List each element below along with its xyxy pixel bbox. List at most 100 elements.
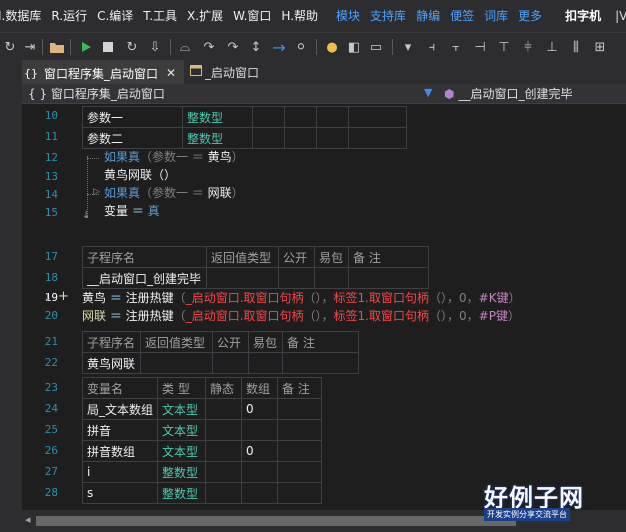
subroutine-cell[interactable] bbox=[282, 352, 359, 374]
variable-type[interactable]: 整数型 bbox=[157, 461, 207, 483]
param-cell[interactable] bbox=[316, 127, 349, 149]
lightbulb-icon[interactable]: ● bbox=[324, 37, 340, 57]
stop-icon[interactable] bbox=[100, 37, 116, 57]
open-folder-icon[interactable] bbox=[48, 37, 66, 57]
align-middle-icon[interactable]: ⫩ bbox=[520, 37, 536, 57]
param-cell[interactable] bbox=[348, 106, 407, 128]
compile-icon[interactable]: ⇩ bbox=[146, 37, 164, 57]
expand-plus-icon[interactable]: + bbox=[58, 289, 69, 304]
param-cell[interactable] bbox=[348, 127, 407, 149]
variable-static[interactable] bbox=[205, 461, 243, 483]
subroutine-cell[interactable] bbox=[140, 352, 213, 374]
variable-note[interactable] bbox=[277, 398, 323, 420]
variable-type[interactable]: 文本型 bbox=[157, 398, 207, 420]
variable-name[interactable]: 拼音 bbox=[81, 419, 159, 441]
variable-name[interactable]: i bbox=[81, 461, 159, 483]
subroutine-cell[interactable] bbox=[278, 267, 315, 289]
dropdown-arrow-icon[interactable]: ▼ bbox=[424, 86, 432, 99]
tab-window-assembly[interactable]: {} 窗口程序集_启动窗口 ✕ bbox=[22, 60, 184, 84]
variable-name[interactable]: 拼音数组 bbox=[81, 440, 159, 462]
scrollbar-thumb[interactable] bbox=[36, 516, 516, 526]
align-right-icon[interactable]: ⊣ bbox=[472, 37, 488, 57]
variable-static[interactable] bbox=[205, 482, 243, 504]
variable-type[interactable]: 整数型 bbox=[157, 482, 207, 504]
run-icon[interactable] bbox=[78, 37, 94, 57]
code-editor[interactable]: 10 11 12 13 14 15 17 18 19 20 21 22 23 2… bbox=[22, 104, 626, 510]
param-name[interactable]: 参数二 bbox=[82, 127, 183, 149]
menu-link-lexicon[interactable]: 词库 bbox=[479, 0, 513, 32]
distribute-icon[interactable]: ⫼ bbox=[568, 37, 584, 57]
size-icon[interactable]: ⊞ bbox=[592, 37, 608, 57]
step-into-icon[interactable]: ↷ bbox=[200, 37, 218, 57]
subroutine-cell[interactable] bbox=[206, 267, 279, 289]
variable-array[interactable] bbox=[241, 461, 279, 483]
subroutine-cell[interactable] bbox=[212, 352, 249, 374]
code-line-19[interactable]: 黄鸟 ＝ 注册热键（_启动窗口.取窗口句柄（），标签1.取窗口句柄（），0，#K… bbox=[82, 289, 521, 307]
move-icon[interactable]: ↕ bbox=[248, 37, 264, 57]
bookmark-icon[interactable]: ◧ bbox=[346, 37, 362, 57]
param-cell[interactable] bbox=[284, 106, 317, 128]
code-line-15[interactable]: 变量 ＝ 真 bbox=[104, 202, 160, 220]
menu-database[interactable]: Ⅰ.数据库 bbox=[0, 0, 46, 32]
align-bottom-icon[interactable]: ⊥ bbox=[544, 37, 560, 57]
menu-tools[interactable]: T.工具 bbox=[138, 0, 182, 32]
menu-link-module[interactable]: 模块 bbox=[331, 0, 365, 32]
align-left-icon[interactable]: ⫞ bbox=[424, 37, 440, 57]
menu-compile[interactable]: C.编译 bbox=[92, 0, 138, 32]
subroutine-name[interactable]: 黄鸟网联 bbox=[82, 352, 141, 374]
code-line-20[interactable]: 网联 ＝ 注册热键（_启动窗口.取窗口句柄（），标签1.取窗口句柄（），0，#P… bbox=[82, 307, 520, 325]
param-type[interactable]: 整数型 bbox=[182, 127, 253, 149]
variable-static[interactable] bbox=[205, 398, 243, 420]
variable-array[interactable]: 0 bbox=[241, 440, 279, 462]
variable-name[interactable]: s bbox=[81, 482, 159, 504]
variable-static[interactable] bbox=[205, 419, 243, 441]
undo-icon[interactable]: ⇥ bbox=[22, 37, 38, 57]
param-cell[interactable] bbox=[316, 106, 349, 128]
param-cell[interactable] bbox=[284, 127, 317, 149]
menu-link-support-lib[interactable]: 支持库 bbox=[365, 0, 411, 32]
variable-array[interactable] bbox=[241, 482, 279, 504]
menu-run[interactable]: R.运行 bbox=[46, 0, 92, 32]
variable-type[interactable]: 文本型 bbox=[157, 419, 207, 441]
variable-note[interactable] bbox=[277, 482, 323, 504]
subroutine-cell[interactable] bbox=[248, 352, 283, 374]
dropdown-icon[interactable]: ▾ bbox=[400, 37, 416, 57]
code-line-14[interactable]: 如果真（参数一 ＝ 网联） bbox=[104, 184, 244, 202]
redo-icon[interactable]: ↻ bbox=[2, 37, 18, 57]
nav-class-selector[interactable]: { } 窗口程序集_启动窗口 bbox=[28, 84, 165, 104]
align-icon[interactable]: ▭ bbox=[368, 37, 384, 57]
param-name[interactable]: 参数一 bbox=[82, 106, 183, 128]
variable-type[interactable]: 文本型 bbox=[157, 440, 207, 462]
step-out-icon[interactable]: ↷ bbox=[224, 37, 242, 57]
subroutine-cell[interactable] bbox=[348, 267, 429, 289]
menu-link-more[interactable]: 更多 bbox=[513, 0, 547, 32]
variable-array[interactable]: 0 bbox=[241, 398, 279, 420]
subroutine-cell[interactable] bbox=[314, 267, 349, 289]
tab-start-window[interactable]: _启动窗口 bbox=[186, 60, 286, 84]
align-center-icon[interactable]: ⫟ bbox=[448, 37, 464, 57]
step-over-icon[interactable]: ⌓ bbox=[176, 37, 194, 57]
go-arrow-icon[interactable]: → bbox=[270, 37, 288, 57]
param-type[interactable]: 整数型 bbox=[182, 106, 253, 128]
param-cell[interactable] bbox=[252, 127, 285, 149]
nav-method-selector[interactable]: ⬢ __启动窗口_创建完毕 bbox=[444, 84, 573, 104]
variable-note[interactable] bbox=[277, 419, 323, 441]
variable-name[interactable]: 局_文本数组 bbox=[81, 398, 159, 420]
code-line-13[interactable]: 黄鸟网联（） bbox=[104, 166, 176, 184]
restart-icon[interactable]: ↻ bbox=[124, 37, 140, 57]
watch-icon[interactable]: ⚪ bbox=[292, 37, 310, 57]
variable-note[interactable] bbox=[277, 440, 323, 462]
align-top-icon[interactable]: ⊤ bbox=[496, 37, 512, 57]
menu-link-notes[interactable]: 便签 bbox=[445, 0, 479, 32]
close-icon[interactable]: ✕ bbox=[166, 66, 176, 80]
variable-note[interactable] bbox=[277, 461, 323, 483]
subroutine-name[interactable]: __启动窗口_创建完毕 bbox=[82, 267, 207, 289]
code-line-12[interactable]: 如果真（参数一 ＝ 黄鸟） bbox=[104, 148, 244, 166]
menu-link-static-compile[interactable]: 静编 bbox=[411, 0, 445, 32]
menu-window[interactable]: W.窗口 bbox=[228, 0, 276, 32]
window-control[interactable]: |V bbox=[615, 9, 626, 23]
scroll-left-icon[interactable]: ◂ bbox=[25, 513, 31, 526]
variable-static[interactable] bbox=[205, 440, 243, 462]
param-cell[interactable] bbox=[252, 106, 285, 128]
variable-array[interactable] bbox=[241, 419, 279, 441]
